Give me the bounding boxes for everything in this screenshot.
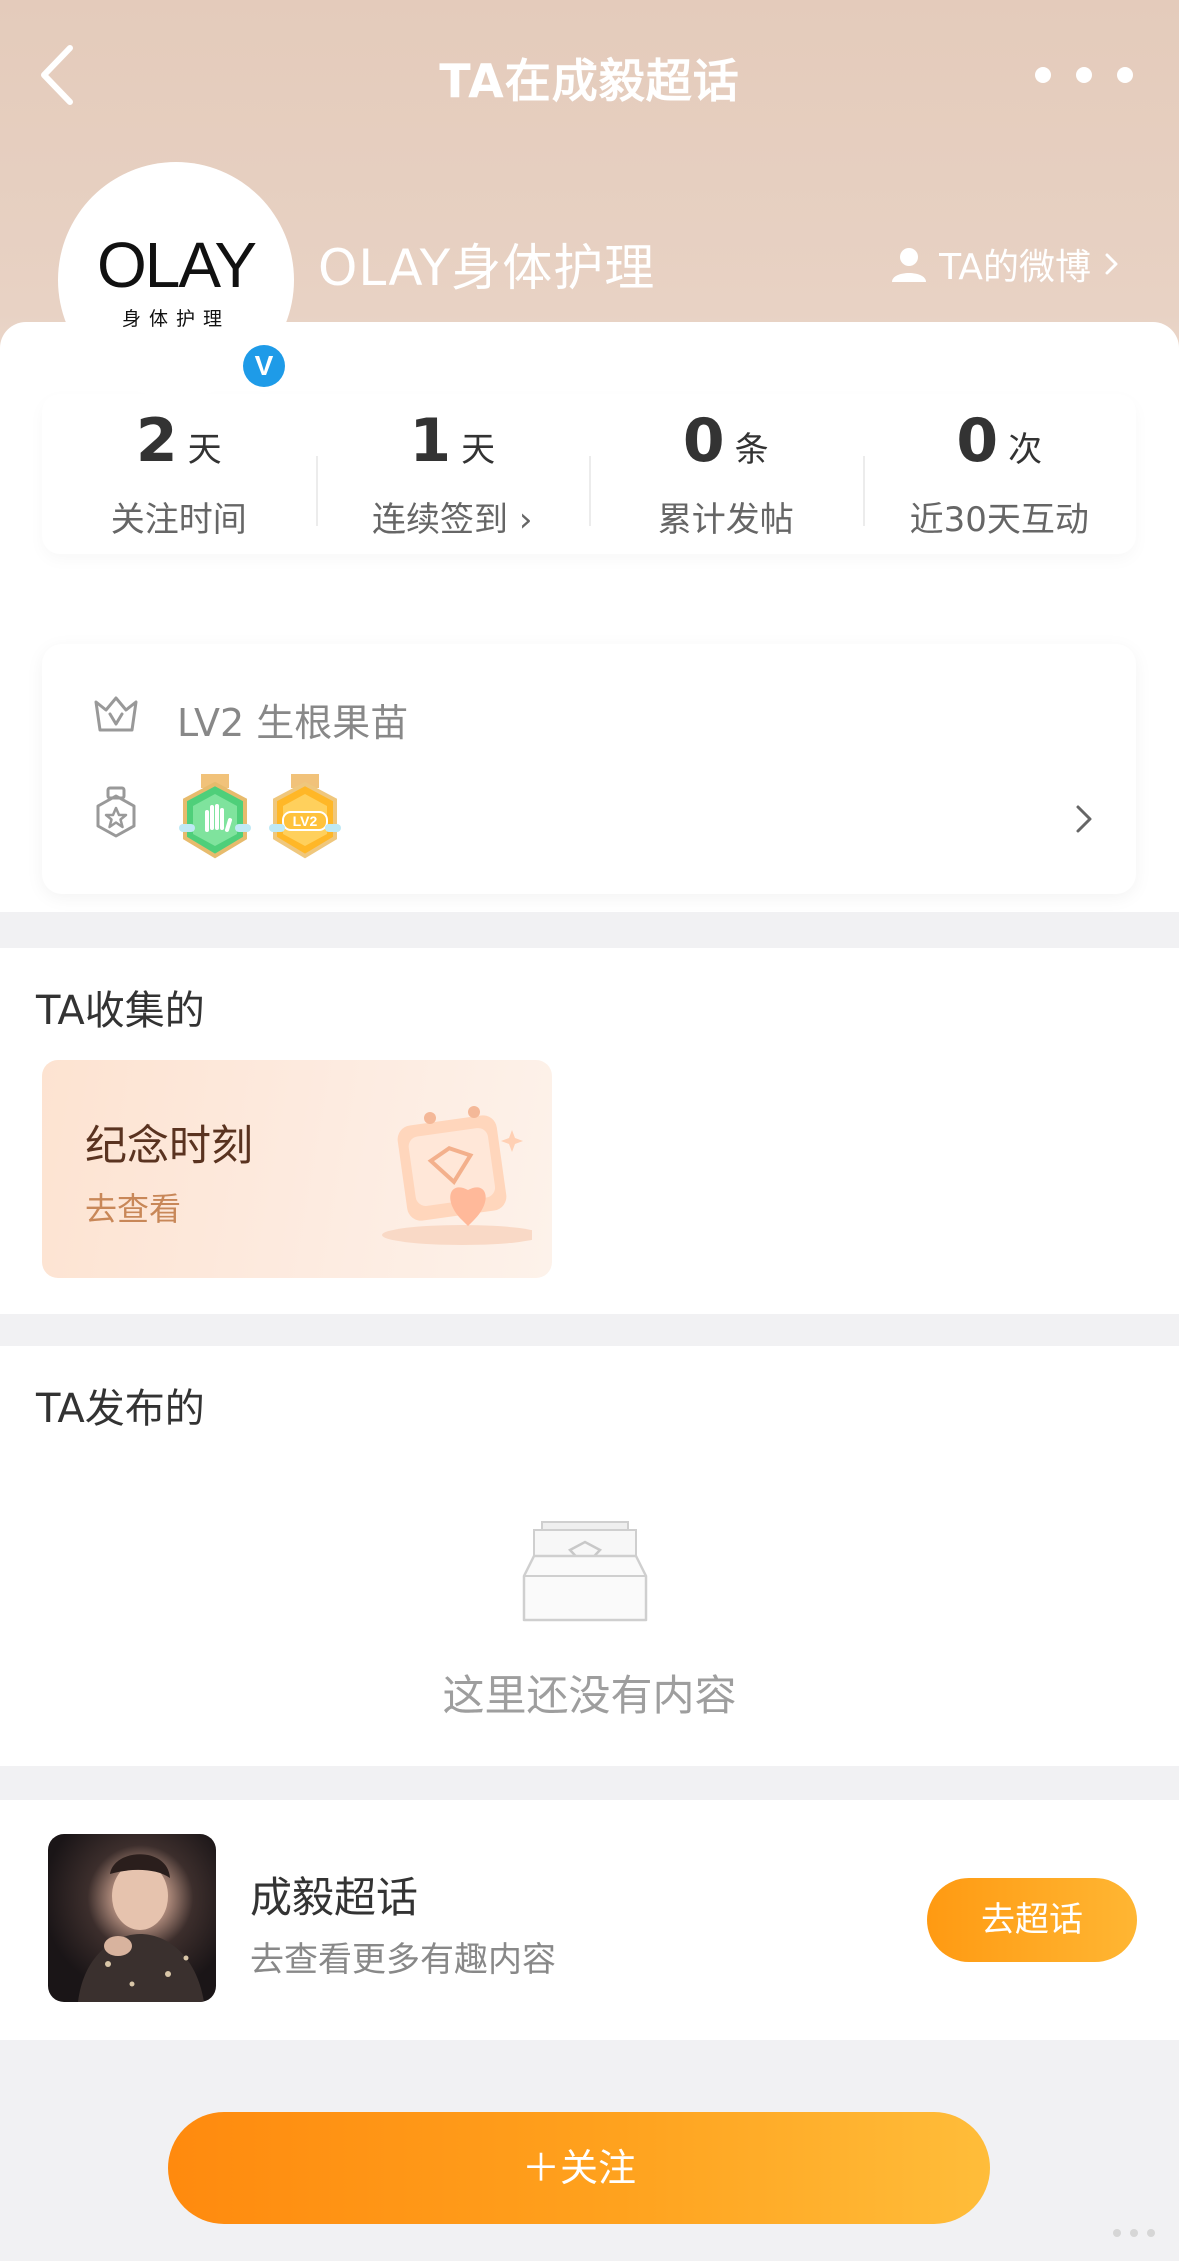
- avatar-logo-sub: 身体护理: [121, 308, 230, 330]
- weibo-link-label: TA的微博: [939, 247, 1091, 288]
- stat-value: 1: [409, 406, 452, 476]
- stat-interactions: 0次 近30天互动: [862, 394, 1137, 554]
- collected-section: TA收集的 纪念时刻 去查看: [0, 948, 1179, 1314]
- follow-button[interactable]: ＋关注: [168, 2112, 990, 2224]
- chevron-right-icon[interactable]: [1072, 804, 1096, 834]
- stat-unit: 次: [1008, 430, 1043, 470]
- topic-avatar-image: [78, 1854, 204, 2002]
- posts-title: TA发布的: [36, 1386, 205, 1432]
- chevron-right-icon: [1105, 253, 1118, 275]
- more-dots-icon: [1035, 67, 1133, 83]
- level-panel[interactable]: LV2 生根果苗 LV2: [42, 644, 1136, 894]
- verified-badge: V: [238, 340, 290, 392]
- medal-outline-icon: [96, 786, 136, 838]
- watermark-dots-icon: [1113, 2229, 1155, 2237]
- stat-total-posts: 0条 累计发帖: [589, 394, 863, 554]
- level-text: LV2 生根果苗: [177, 701, 409, 745]
- stat-value: 0: [682, 406, 725, 476]
- page-title: TA在成毅超话: [439, 54, 740, 108]
- stat-label: 近30天互动: [909, 500, 1089, 540]
- stat-label: 累计发帖: [657, 500, 794, 540]
- top-bar: TA在成毅超话: [0, 0, 1179, 150]
- memory-card[interactable]: 纪念时刻 去查看: [42, 1060, 552, 1278]
- empty-box-icon: [522, 1521, 648, 1622]
- username: OLAY身体护理: [318, 239, 656, 297]
- topic-avatar[interactable]: [48, 1834, 216, 2002]
- stat-unit: 天: [461, 430, 496, 470]
- topic-subtitle: 去查看更多有趣内容: [250, 1940, 556, 1980]
- medal-lv-text: LV2: [293, 813, 318, 829]
- avatar-logo-main: OLAY: [97, 229, 257, 301]
- stats-row: 2天 关注时间 1天 连续签到 › 0条 累计发帖 0次 近30天互动: [42, 394, 1136, 554]
- stat-label: 连续签到 ›: [372, 500, 533, 540]
- lv2-medal-icon: LV2: [269, 774, 341, 859]
- memory-card-title: 纪念时刻: [85, 1121, 254, 1170]
- verified-v-icon: V: [243, 345, 285, 387]
- collected-title: TA收集的: [36, 988, 205, 1034]
- memory-card-link[interactable]: 去查看: [85, 1184, 181, 1230]
- stat-follow-days: 2天 关注时间: [42, 394, 316, 554]
- go-supertopic-button[interactable]: 去超话: [927, 1878, 1137, 1962]
- person-icon: [892, 248, 927, 282]
- calendar-heart-icon: [382, 1106, 532, 1245]
- stat-checkin-streak[interactable]: 1天 连续签到 ›: [315, 394, 590, 554]
- weibo-profile-link[interactable]: TA的微博: [889, 238, 1133, 290]
- stat-label: 关注时间: [110, 500, 247, 540]
- stat-value: 2: [135, 406, 178, 476]
- more-button[interactable]: [1029, 55, 1139, 95]
- profile-card: 2天 关注时间 1天 连续签到 › 0条 累计发帖 0次 近30天互动 LV2 …: [0, 322, 1179, 912]
- hand-medal-icon: [179, 774, 251, 859]
- stat-value: 0: [956, 406, 999, 476]
- crown-level-icon: [94, 696, 138, 732]
- posts-section: TA发布的 这里还没有内容: [0, 1346, 1179, 1766]
- empty-state-text: 这里还没有内容: [442, 1671, 737, 1720]
- stat-unit: 条: [734, 430, 769, 470]
- topic-name: 成毅超话: [250, 1873, 419, 1922]
- stat-unit: 天: [187, 430, 222, 470]
- topic-section[interactable]: 成毅超话 去查看更多有趣内容 去超话: [0, 1800, 1179, 2040]
